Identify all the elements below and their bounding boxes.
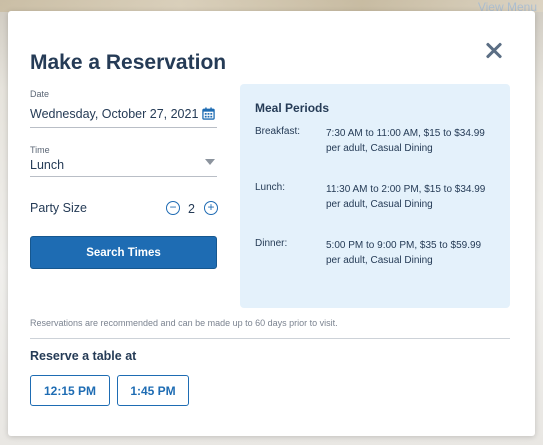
- time-underline: [30, 176, 217, 177]
- meal-periods-title: Meal Periods: [255, 101, 330, 115]
- reserve-table-heading: Reserve a table at: [30, 349, 137, 363]
- modal-title: Make a Reservation: [30, 51, 227, 74]
- decrement-button[interactable]: −: [166, 201, 180, 215]
- date-label: Date: [30, 89, 50, 99]
- chevron-down-icon[interactable]: [205, 159, 215, 165]
- search-times-button[interactable]: Search Times: [30, 236, 217, 269]
- meal-period-description: 7:30 AM to 11:00 AM, $15 to $34.99 per a…: [326, 128, 485, 154]
- date-underline: [30, 127, 217, 128]
- meal-period-description: 5:00 PM to 9:00 PM, $35 to $59.99 per ad…: [326, 240, 482, 266]
- meal-period-name: Dinner:: [255, 238, 288, 249]
- divider: [30, 338, 510, 339]
- reservation-note: Reservations are recommended and can be …: [30, 318, 338, 328]
- time-slot-button[interactable]: 1:45 PM: [117, 375, 189, 406]
- party-size-label: Party Size: [30, 201, 87, 215]
- meal-period-name: Breakfast:: [255, 126, 301, 137]
- increment-button[interactable]: +: [204, 201, 218, 215]
- time-select[interactable]: Lunch: [30, 158, 64, 172]
- date-field[interactable]: Wednesday, October 27, 2021: [30, 107, 198, 121]
- calendar-icon[interactable]: [202, 107, 215, 120]
- party-size-count: 2: [188, 202, 195, 216]
- meal-periods-panel: Meal Periods Breakfast: 7:30 AM to 11:00…: [240, 84, 510, 308]
- meal-period-name: Lunch:: [255, 182, 286, 193]
- close-icon[interactable]: [482, 39, 506, 63]
- reservation-modal: Make a Reservation Date Wednesday, Octob…: [8, 11, 535, 436]
- meal-period-description: 11:30 AM to 2:00 PM, $15 to $34.99 per a…: [326, 184, 486, 210]
- time-label: Time: [30, 145, 50, 155]
- time-slot-button[interactable]: 12:15 PM: [30, 375, 110, 406]
